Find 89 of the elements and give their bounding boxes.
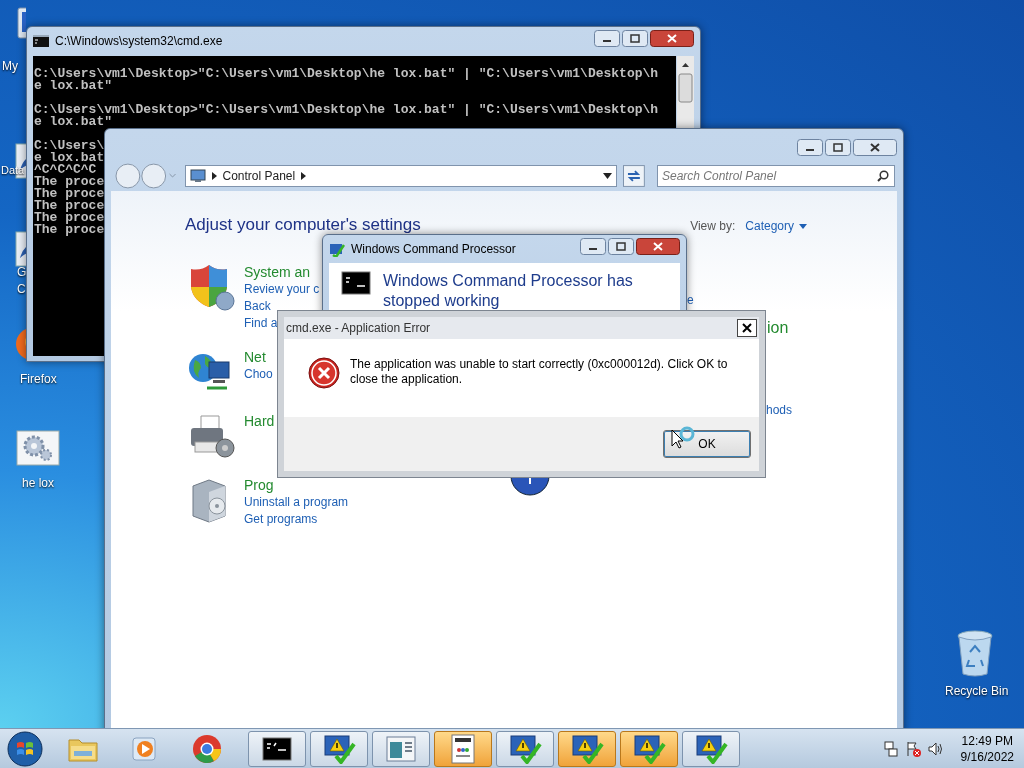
desktop-icon-label: he lox xyxy=(22,475,55,492)
console-line: The proce xyxy=(34,212,105,224)
monitor-warning-icon xyxy=(508,733,542,764)
desktop-icon-label: Firefox xyxy=(20,371,57,388)
taskbar-button[interactable] xyxy=(434,730,492,767)
network-icon[interactable] xyxy=(882,740,899,757)
app-icon xyxy=(329,241,345,257)
monitor-warning-icon xyxy=(570,733,604,764)
close-button[interactable] xyxy=(650,30,694,47)
caret-icon xyxy=(799,223,807,229)
close-icon xyxy=(742,323,752,333)
view-by-label: View by: xyxy=(690,219,736,233)
chevron-icon xyxy=(301,172,307,180)
console-line: The proce xyxy=(34,188,105,200)
address-bar[interactable]: Control Panel xyxy=(184,165,618,187)
category-link[interactable]: Back xyxy=(244,298,320,315)
desktop-icon-label: Recycle Bin xyxy=(945,683,1009,700)
maximize-button[interactable] xyxy=(622,30,648,47)
busy-cursor-icon xyxy=(671,426,697,450)
window-icon xyxy=(386,735,416,762)
error-icon xyxy=(308,357,340,389)
console-line: C:\Users\ xyxy=(34,140,105,152)
taskbar-button[interactable] xyxy=(310,730,368,767)
console-line: C:\Users\vm1\Desktop>"C:\Users\vm1\Desktop\he lox.bat" | "C:\Users\vm1\Desktop\h xyxy=(34,68,659,80)
maximize-button[interactable] xyxy=(825,139,851,156)
terminal-icon xyxy=(341,271,371,295)
dropdown-caret-icon[interactable] xyxy=(603,173,613,179)
category-link[interactable]: Get programs xyxy=(244,511,349,528)
chevron-icon xyxy=(211,172,217,180)
category-link[interactable]: Review your c xyxy=(244,281,320,298)
clock-date[interactable]: 9/16/2022 xyxy=(960,748,1014,765)
monitor-warning-icon xyxy=(632,733,666,764)
document-icon xyxy=(451,733,475,764)
close-button[interactable] xyxy=(737,319,757,337)
console-line: The proce xyxy=(34,200,105,212)
taskbar-button[interactable] xyxy=(496,730,554,767)
speaker-icon[interactable] xyxy=(926,740,943,757)
start-button[interactable] xyxy=(6,729,44,768)
monitor-warning-icon xyxy=(322,733,356,764)
console-line: ^C^C^C^C xyxy=(34,164,97,176)
breadcrumb-item[interactable]: Control Panel xyxy=(222,169,296,183)
control-panel-icon xyxy=(189,169,206,183)
console-line: C:\Users\vm1\Desktop>"C:\Users\vm1\Desktop\he lox.bat" | "C:\Users\vm1\Desktop\h xyxy=(34,104,659,116)
search-field[interactable]: Search Control Panel xyxy=(657,165,895,187)
window-title: cmd.exe - Application Error xyxy=(286,321,431,335)
flag-error-icon[interactable] xyxy=(904,740,921,757)
console-line: e lox.bat" xyxy=(34,116,112,128)
taskbar-button[interactable] xyxy=(248,730,306,767)
clock-time[interactable]: 12:49 PM xyxy=(961,732,1013,749)
category-title[interactable]: Net xyxy=(244,348,273,366)
window-title: C:\Windows\system32\cmd.exe xyxy=(55,34,223,48)
category-title[interactable]: ion xyxy=(767,319,789,337)
close-button[interactable] xyxy=(853,139,897,156)
close-button[interactable] xyxy=(636,238,680,255)
category-link[interactable]: Uninstall a program xyxy=(244,494,349,511)
ok-button[interactable]: OK xyxy=(663,430,751,458)
taskbar-button[interactable] xyxy=(620,730,678,767)
console-line: The proce xyxy=(34,224,105,236)
category-title[interactable]: Hard xyxy=(244,412,275,430)
category-link[interactable]: hods xyxy=(766,403,793,417)
minimize-button[interactable] xyxy=(580,238,606,255)
chrome-icon[interactable] xyxy=(192,733,222,764)
recycle-bin-icon[interactable] xyxy=(956,630,994,678)
minimize-button[interactable] xyxy=(797,139,823,156)
category-link[interactable]: e xyxy=(687,293,694,307)
console-line: The proce xyxy=(34,176,105,188)
refresh-button[interactable] xyxy=(623,165,645,187)
console-app-icon xyxy=(33,35,49,47)
desktop-icon-label: My xyxy=(2,58,18,75)
category-link[interactable]: Choo xyxy=(244,366,273,383)
console-line: e lox.bat" xyxy=(34,80,112,92)
taskbar-button[interactable] xyxy=(558,730,616,767)
terminal-icon xyxy=(262,736,292,761)
taskbar-button[interactable] xyxy=(682,730,740,767)
view-by-dropdown[interactable]: Category xyxy=(745,219,807,233)
error-message: The application was unable to start correctly (0xc000012d). Click OK to close the application. xyxy=(350,357,729,388)
desktop-icon-label: G C xyxy=(17,264,26,298)
dialog-heading: Windows Command Processor has stopped working xyxy=(383,271,634,311)
maximize-button[interactable] xyxy=(608,238,634,255)
media-player-icon[interactable] xyxy=(131,734,159,763)
page-heading: Adjust your computer's settings xyxy=(185,215,421,235)
gear-file-icon[interactable] xyxy=(16,430,60,466)
monitor-warning-icon xyxy=(694,733,728,764)
window-title: Windows Command Processor xyxy=(351,242,516,256)
category-title[interactable]: System an xyxy=(244,263,320,281)
minimize-button[interactable] xyxy=(594,30,620,47)
category-title[interactable]: Prog xyxy=(244,476,349,494)
search-icon[interactable] xyxy=(877,170,889,182)
console-line: e lox.bat xyxy=(34,152,105,164)
